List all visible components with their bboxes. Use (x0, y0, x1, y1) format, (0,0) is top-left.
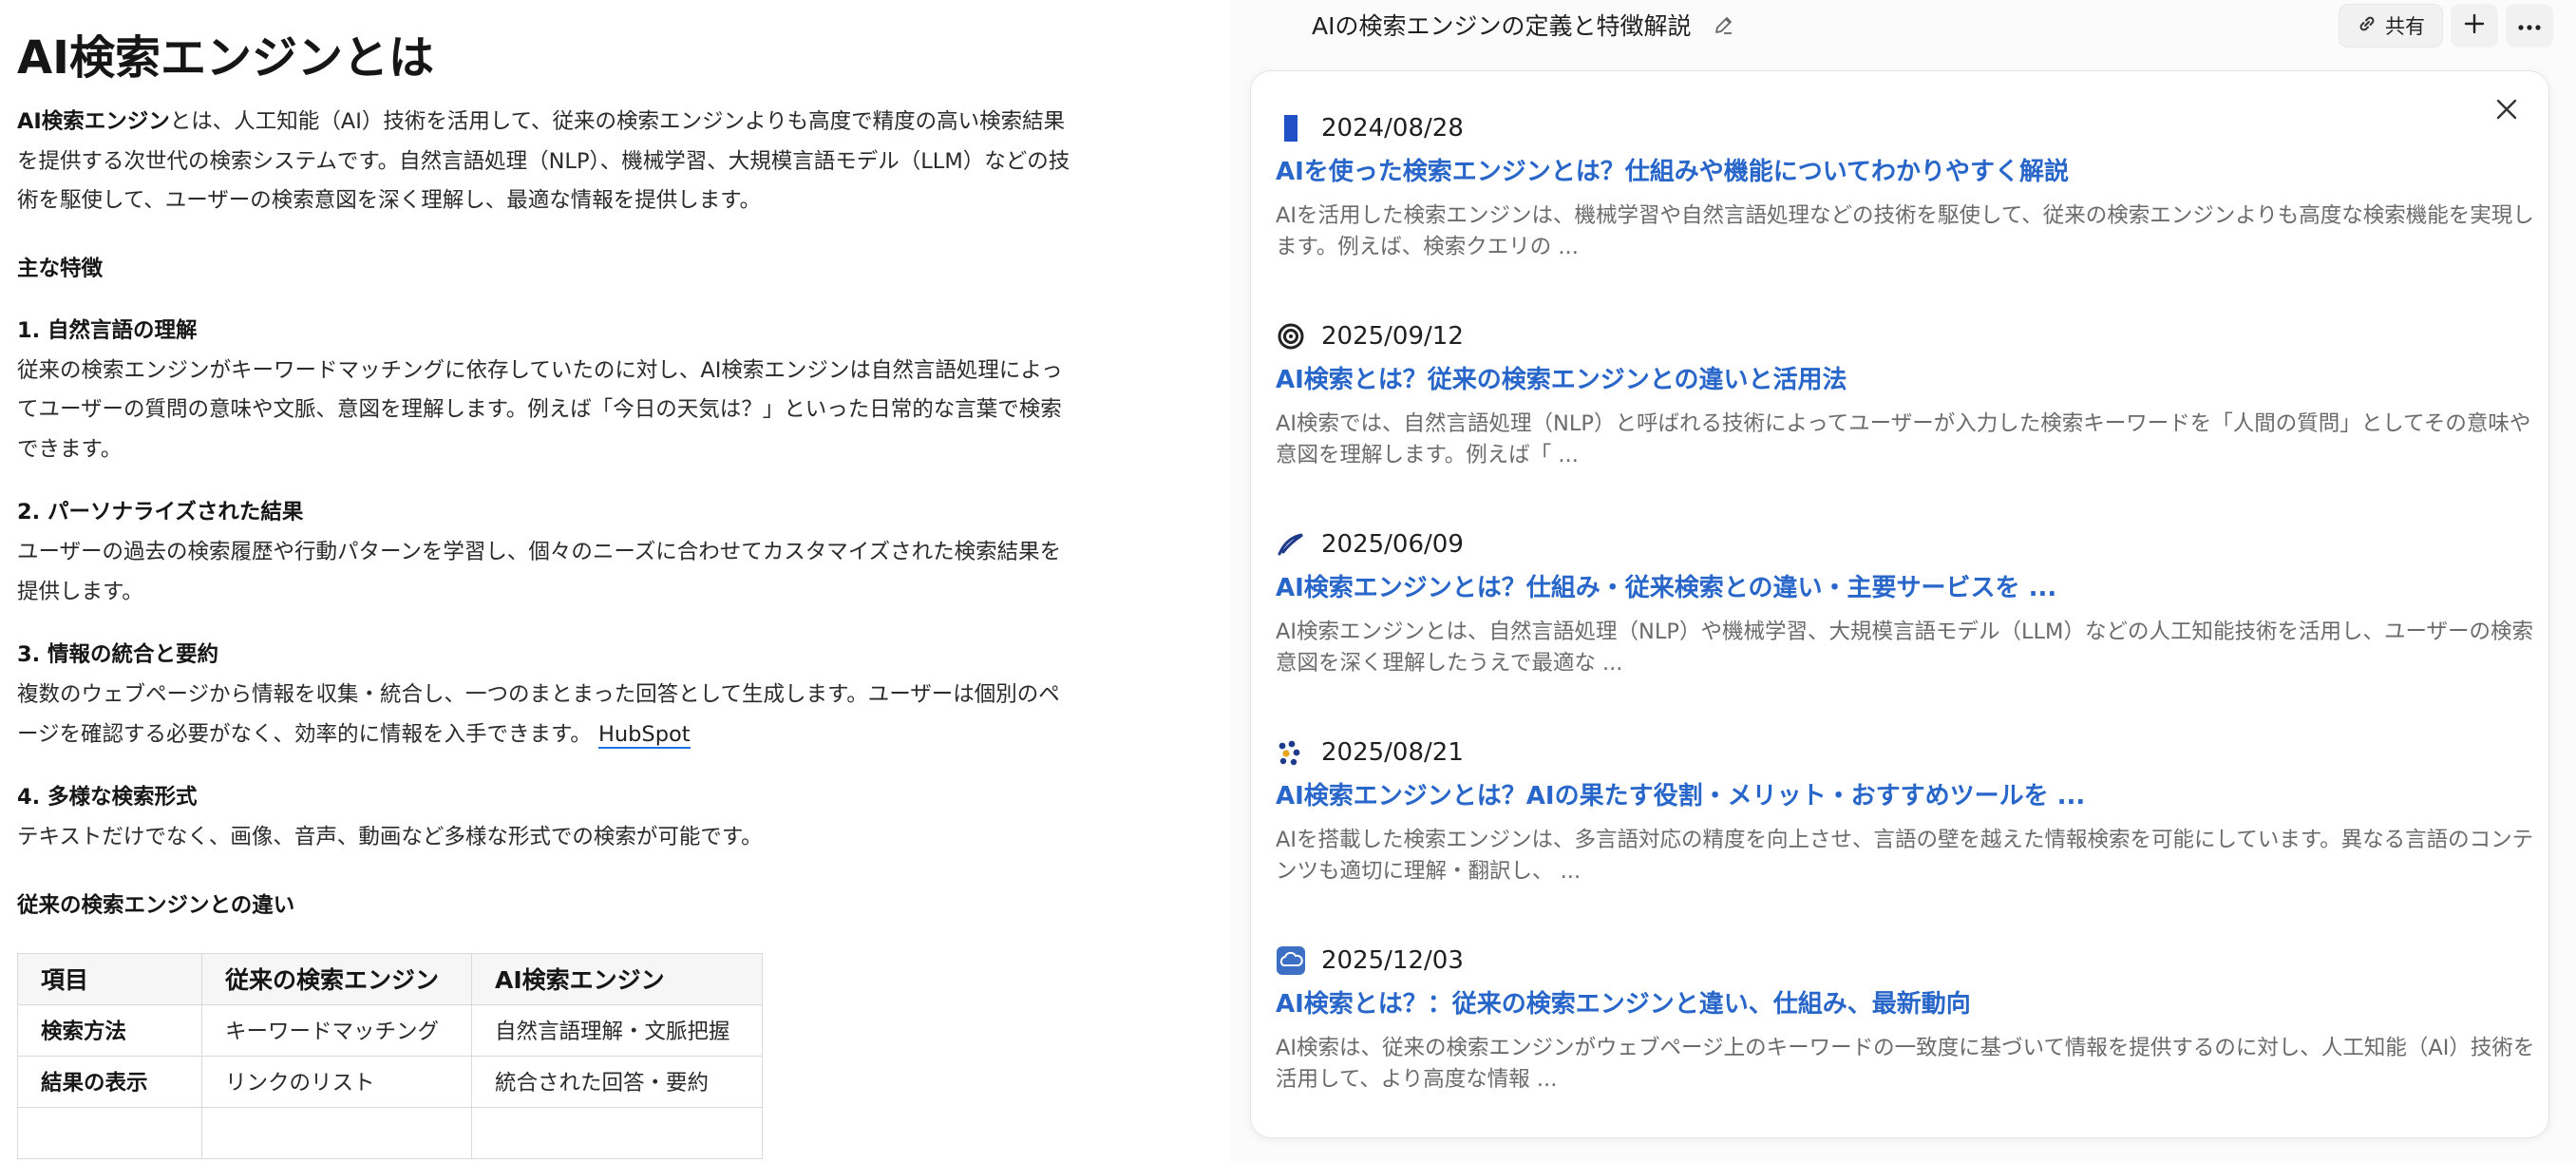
result-date: 2025/08/21 (1321, 738, 1464, 767)
feature-2-heading: 2. パーソナライズされた結果 (17, 500, 304, 524)
ring-favicon-icon (1276, 321, 1306, 352)
table-cell: キーワードマッチング (201, 1003, 472, 1057)
cloud-favicon-icon (1276, 945, 1306, 976)
article-pane: AI検索エンジンとは AI検索エンジンとは、人工知能（AI）技術を活用して、従来… (0, 0, 1231, 1163)
dots-favicon-icon (1276, 737, 1306, 768)
hubspot-source-link[interactable]: HubSpot (597, 721, 691, 749)
leaf-favicon-icon (1276, 529, 1306, 560)
table-cell: 検索方法 (17, 1003, 202, 1057)
result-title-link[interactable]: AI検索とは？従来の検索エンジンとの違いと活用法 (1276, 361, 2539, 399)
result-title-link[interactable]: AI検索エンジンとは？AIの果たす役割・メリット・おすすめツールを ... (1276, 777, 2539, 815)
comparison-heading: 従来の検索エンジンとの違い (17, 892, 295, 918)
table-cell: 統合された回答・要約 (471, 1055, 763, 1108)
table-cell: 自然言語理解・文脈把握 (471, 1003, 763, 1057)
intro-bold: AI検索エンジン (17, 109, 170, 134)
result-title-link[interactable]: AI検索とは？：従来の検索エンジンと違い、仕組み、最新動向 (1276, 985, 2539, 1023)
feature-2-text: ユーザーの過去の検索履歴や行動パターンを学習し、個々のニーズに合わせてカスタマイ… (17, 540, 1062, 604)
table-header-cell: AI検索エンジン (471, 952, 763, 1005)
result-date: 2024/08/28 (1321, 114, 1464, 143)
result-title-link[interactable]: AI検索エンジンとは？仕組み・従来検索との違い・主要サービスを ... (1276, 569, 2539, 607)
share-button[interactable]: 共有 (2339, 4, 2443, 48)
result-snippet: AI検索では、自然言語処理（NLP）と呼ばれる技術によってユーザーが入力した検索… (1276, 411, 2531, 467)
table-header-row: 項目 従来の検索エンジン AI検索エンジン (17, 952, 763, 1005)
feature-1-text: 従来の検索エンジンがキーワードマッチングに依存していたのに対し、AI検索エンジン… (17, 357, 1063, 462)
search-result: 2025/12/03 AI検索とは？：従来の検索エンジンと違い、仕組み、最新動向… (1276, 942, 2539, 1096)
result-date: 2025/09/12 (1321, 322, 1464, 351)
search-result: 2024/08/28 AIを使った検索エンジンとは？仕組みや機能についてわかりや… (1276, 109, 2539, 263)
bar-favicon-icon (1276, 113, 1306, 143)
table-row: 検索方法 キーワードマッチング 自然言語理解・文脈把握 (17, 1003, 763, 1057)
search-results-card: 2024/08/28 AIを使った検索エンジンとは？仕組みや機能についてわかりや… (1250, 70, 2549, 1138)
table-header-cell: 項目 (17, 952, 202, 1005)
table-header-cell: 従来の検索エンジン (201, 952, 472, 1005)
features-heading: 主な特徴 (17, 256, 104, 281)
article-title: AI検索エンジンとは (17, 31, 435, 85)
feature-3-body: 複数のウェブページから情報を収集・統合し、一つのまとまった回答として生成します。… (17, 682, 1060, 747)
table-row (17, 1106, 763, 1159)
table-row: 結果の表示 リンクのリスト 統合された回答・要約 (17, 1055, 763, 1108)
feature-3-heading: 3. 情報の統合と要約 (17, 642, 219, 667)
more-options-button[interactable] (2506, 4, 2553, 48)
result-title-link[interactable]: AIを使った検索エンジンとは？仕組みや機能についてわかりやすく解説 (1276, 153, 2539, 191)
feature-1-heading: 1. 自然言語の理解 (17, 317, 198, 343)
table-cell: リンクのリスト (201, 1055, 472, 1108)
result-date: 2025/12/03 (1321, 946, 1464, 975)
feature-4-text: テキストだけでなく、画像、音声、動画など多様な形式での検索が可能です。 (17, 825, 763, 849)
document-title[interactable]: AIの検索エンジンの定義と特徴解説 (1312, 11, 1691, 42)
result-snippet: AI検索は、従来の検索エンジンがウェブページ上のキーワードの一致度に基づいて情報… (1276, 1036, 2535, 1092)
plus-icon (2462, 11, 2487, 40)
result-snippet: AIを活用した検索エンジンは、機械学習や自然言語処理などの技術を駆使して、従来の… (1276, 203, 2534, 259)
pencil-edit-icon[interactable] (1712, 13, 1736, 38)
result-snippet: AIを搭載した検索エンジンは、多言語対応の精度を向上させ、言語の壁を越えた情報検… (1276, 828, 2534, 884)
search-result: 2025/08/21 AI検索エンジンとは？AIの果たす役割・メリット・おすすめ… (1276, 734, 2539, 887)
table-cell: 結果の表示 (17, 1055, 202, 1108)
sources-panel: AIの検索エンジンの定義と特徴解説 共有 2024/08/28 AIを使った検索… (1231, 0, 2576, 1163)
result-date: 2025/06/09 (1321, 530, 1464, 559)
result-snippet: AI検索エンジンとは、自然言語処理（NLP）や機械学習、大規模言語モデル（LLM… (1276, 620, 2533, 676)
comparison-table: 項目 従来の検索エンジン AI検索エンジン 検索方法 キーワードマッチング 自然… (17, 952, 763, 1159)
search-result: 2025/09/12 AI検索とは？従来の検索エンジンとの違いと活用法 AI検索… (1276, 317, 2539, 471)
feature-3-text: 複数のウェブページから情報を収集・統合し、一つのまとまった回答として生成します。… (17, 676, 1071, 754)
search-result: 2025/06/09 AI検索エンジンとは？仕組み・従来検索との違い・主要サービ… (1276, 525, 2539, 679)
intro-paragraph: AI検索エンジンとは、人工知能（AI）技術を活用して、従来の検索エンジンよりも高… (17, 103, 1071, 221)
ellipsis-icon (2517, 17, 2542, 35)
share-label: 共有 (2385, 15, 2425, 38)
panel-topbar: AIの検索エンジンの定義と特徴解説 共有 (1231, 0, 2576, 53)
link-icon (2357, 13, 2377, 39)
feature-4-heading: 4. 多様な検索形式 (17, 785, 198, 810)
intro-text: とは、人工知能（AI）技術を活用して、従来の検索エンジンよりも高度で精度の高い検… (17, 109, 1070, 213)
new-button[interactable] (2451, 4, 2498, 48)
